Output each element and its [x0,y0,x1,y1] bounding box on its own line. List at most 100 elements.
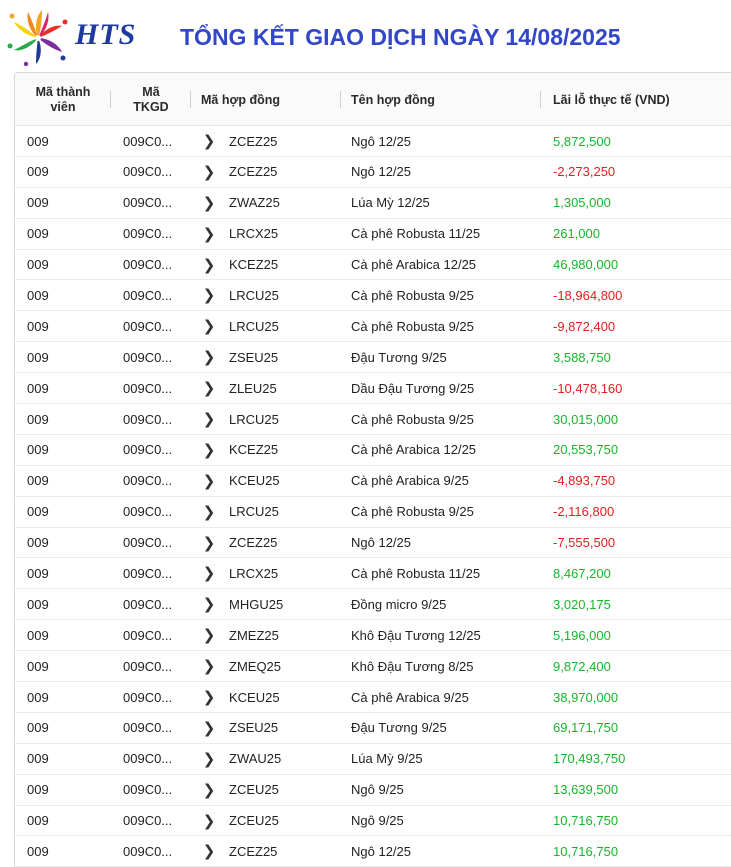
contract-name-cell: Ngô 12/25 [351,843,411,859]
member-code-cell: 009 [27,195,49,211]
chevron-right-icon[interactable]: ❯ [201,410,217,428]
contract-name-cell: Ngô 12/25 [351,535,411,551]
table-row[interactable]: 009 009C0... ❯ ZSEU25 Đậu Tương 9/25 69,171,7… [15,713,731,744]
table-header: Mã thành viên Mã TKGD Mã hợp đồng Tên hợp … [15,73,731,126]
member-code-cell: 009 [27,782,49,798]
member-code-cell: 009 [27,565,49,581]
contract-code-cell: ❯ MHGU25 [201,589,283,619]
table-row[interactable]: 009 009C0... ❯ LRCU25 Cà phê Robusta 9/25 -2,… [15,497,731,528]
table-row[interactable]: 009 009C0... ❯ LRCU25 Cà phê Robusta 9/25 -9,… [15,311,731,343]
member-code-cell: 009 [27,164,49,180]
chevron-right-icon[interactable]: ❯ [201,688,217,706]
chevron-right-icon[interactable]: ❯ [201,225,217,243]
pnl-cell: 46,980,000 [553,257,619,273]
table-row[interactable]: 009 009C0... ❯ ZSEU25 Đậu Tương 9/25 3,588,75… [15,342,731,374]
chevron-right-icon[interactable]: ❯ [201,194,217,212]
chevron-right-icon[interactable]: ❯ [201,348,217,366]
column-header-contract-code[interactable]: Mã hợp đồng [191,73,341,126]
column-header-contract-name-label: Tên hợp đồng [351,92,435,107]
pnl-cell: -18,964,800 [553,287,623,303]
contract-code-text: LRCU25 [229,504,279,520]
contract-code-cell: ❯ KCEZ25 [201,250,278,280]
pnl-cell: 30,015,000 [553,411,619,427]
chevron-right-icon[interactable]: ❯ [201,657,217,675]
contract-name-cell: Lúa Mỳ 12/25 [351,195,430,211]
column-header-account-line2: TKGD [133,99,169,114]
table-row[interactable]: 009 009C0... ❯ ZCEZ25 Ngô 12/25 -2,273,250 [15,157,731,188]
member-code-cell: 009 [27,843,49,859]
column-header-account[interactable]: Mã TKGD [111,73,191,126]
contract-code-text: LRCX25 [229,226,279,242]
account-code-cell: 009C0... [123,318,173,334]
account-code-cell: 009C0... [123,782,173,798]
table-row[interactable]: 009 009C0... ❯ ZMEZ25 Khô Đậu Tương 12/25 5,1… [15,620,731,652]
pnl-cell: 1,305,000 [553,195,611,211]
hts-logo-icon [7,10,68,67]
table-row[interactable]: 009 009C0... ❯ LRCX25 Cà phê Robusta 11/25 8,… [15,558,731,590]
table-row[interactable]: 009 009C0... ❯ ZCEZ25 Ngô 12/25 10,716,750 [15,836,731,867]
table-row[interactable]: 009 009C0... ❯ ZMEQ25 Khô Đậu Tương 8/25 9,87… [15,651,731,683]
contract-code-cell: ❯ LRCU25 [201,311,279,341]
chevron-right-icon[interactable]: ❯ [201,842,217,860]
contract-code-cell: ❯ LRCU25 [201,280,279,310]
account-code-cell: 009C0... [123,473,173,489]
table-row[interactable]: 009 009C0... ❯ KCEZ25 Cà phê Arabica 12/25 46… [15,250,731,281]
table-row[interactable]: 009 009C0... ❯ MHGU25 Đồng micro 9/25 3,020,1… [15,589,731,621]
chevron-right-icon[interactable]: ❯ [201,256,217,274]
chevron-right-icon[interactable]: ❯ [201,286,217,304]
contract-code-cell: ❯ KCEU25 [201,466,280,496]
table-row[interactable]: 009 009C0... ❯ ZCEU25 Ngô 9/25 10,716,750 [15,806,731,837]
account-code-cell: 009C0... [123,535,173,551]
chevron-right-icon[interactable]: ❯ [201,626,217,644]
contract-code-text: ZCEZ25 [229,164,278,180]
contract-code-text: ZWAZ25 [229,195,280,211]
table-row[interactable]: 009 009C0... ❯ ZWAZ25 Lúa Mỳ 12/25 1,305,000 [15,188,731,219]
table-row[interactable]: 009 009C0... ❯ ZLEU25 Dầu Đậu Tương 9/25 -10,… [15,373,731,405]
contract-code-cell: ❯ ZSEU25 [201,713,278,743]
account-code-cell: 009C0... [123,689,173,705]
chevron-right-icon[interactable]: ❯ [201,132,217,150]
contract-name-cell: Ngô 12/25 [351,133,411,149]
contract-code-text: ZCEZ25 [229,535,278,551]
chevron-right-icon[interactable]: ❯ [201,595,217,613]
table-row[interactable]: 009 009C0... ❯ ZCEZ25 Ngô 12/25 -7,555,500 [15,528,731,559]
contract-code-text: ZLEU25 [229,380,277,396]
contract-code-cell: ❯ ZWAU25 [201,744,282,774]
pnl-cell: -2,116,800 [553,504,615,520]
contract-code-cell: ❯ ZMEQ25 [201,651,281,681]
chevron-right-icon[interactable]: ❯ [201,163,217,181]
account-code-cell: 009C0... [123,133,173,149]
chevron-right-icon[interactable]: ❯ [201,441,217,459]
chevron-right-icon[interactable]: ❯ [201,564,217,582]
pnl-cell: 9,872,400 [553,658,611,674]
table-row[interactable]: 009 009C0... ❯ ZCEU25 Ngô 9/25 13,639,500 [15,775,731,806]
table-row[interactable]: 009 009C0... ❯ KCEZ25 Cà phê Arabica 12/25 20… [15,435,731,466]
table-row[interactable]: 009 009C0... ❯ LRCX25 Cà phê Robusta 11/25 26… [15,219,731,250]
account-code-cell: 009C0... [123,751,173,767]
table-row[interactable]: 009 009C0... ❯ LRCU25 Cà phê Robusta 9/25 30,… [15,404,731,435]
table-row[interactable]: 009 009C0... ❯ ZWAU25 Lúa Mỳ 9/25 170,493,750 [15,744,731,775]
chevron-right-icon[interactable]: ❯ [201,379,217,397]
chevron-right-icon[interactable]: ❯ [201,503,217,521]
column-header-member[interactable]: Mã thành viên [15,73,111,126]
contract-name-cell: Cà phê Arabica 9/25 [351,689,469,705]
column-header-contract-name[interactable]: Tên hợp đồng [341,73,541,126]
pnl-cell: -10,478,160 [553,380,623,396]
table-row[interactable]: 009 009C0... ❯ ZCEZ25 Ngô 12/25 5,872,500 [15,126,731,157]
table-row[interactable]: 009 009C0... ❯ KCEU25 Cà phê Arabica 9/25 -4,… [15,466,731,497]
member-code-cell: 009 [27,689,49,705]
chevron-right-icon[interactable]: ❯ [201,719,217,737]
chevron-right-icon[interactable]: ❯ [201,781,217,799]
table-row[interactable]: 009 009C0... ❯ KCEU25 Cà phê Arabica 9/25 38,… [15,682,731,713]
chevron-right-icon[interactable]: ❯ [201,317,217,335]
chevron-right-icon[interactable]: ❯ [201,812,217,830]
contract-name-cell: Cà phê Arabica 12/25 [351,442,477,458]
table-row[interactable]: 009 009C0... ❯ LRCU25 Cà phê Robusta 9/25 -18… [15,280,731,312]
chevron-right-icon[interactable]: ❯ [201,534,217,552]
contract-code-cell: ❯ ZWAZ25 [201,188,280,218]
column-header-pnl[interactable]: Lãi lỗ thực tế (VND) [541,73,731,126]
contract-code-cell: ❯ ZCEZ25 [201,836,278,866]
chevron-right-icon[interactable]: ❯ [201,472,217,490]
account-code-cell: 009C0... [123,504,173,520]
chevron-right-icon[interactable]: ❯ [201,750,217,768]
